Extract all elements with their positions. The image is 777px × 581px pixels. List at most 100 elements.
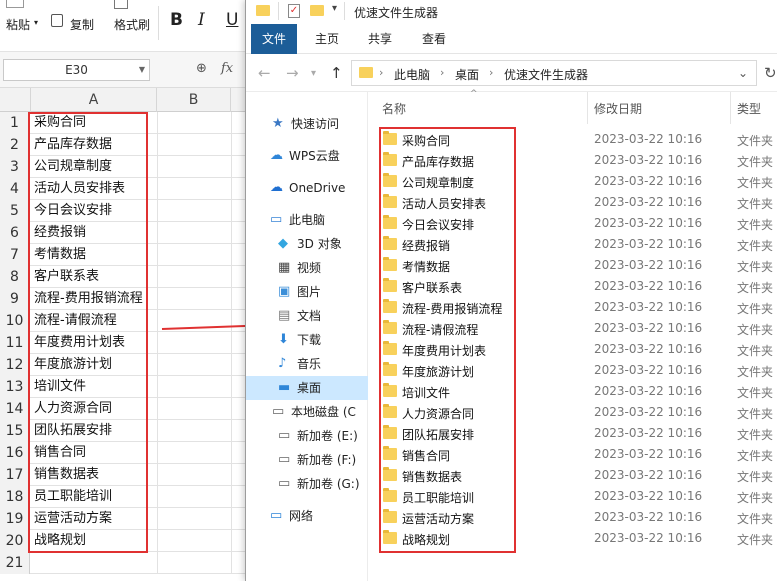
nav-item-label: OneDrive xyxy=(289,181,346,195)
column-header-name[interactable]: 名称 xyxy=(382,92,406,124)
nav-item[interactable]: ▤ 文档 xyxy=(246,304,368,328)
row-number[interactable]: 3 xyxy=(0,156,30,178)
nav-item[interactable]: ▬ 桌面 xyxy=(246,376,368,400)
nav-item[interactable]: ▭ 此电脑 xyxy=(246,208,368,232)
tab-view[interactable]: 查看 xyxy=(414,24,454,54)
nav-item[interactable]: ▭ 新加卷 (F:) xyxy=(246,448,368,472)
gridline xyxy=(157,266,158,288)
nav-item[interactable]: ◆ 3D 对象 xyxy=(246,232,368,256)
nav-item[interactable]: ☁ OneDrive xyxy=(246,176,368,200)
select-all-corner[interactable] xyxy=(0,88,31,112)
tab-share[interactable]: 共享 xyxy=(360,24,400,54)
paste-dropdown-icon[interactable]: ▾ xyxy=(34,18,38,27)
gridline xyxy=(157,552,158,574)
nav-item-label: 3D 对象 xyxy=(297,237,342,251)
column-header-date[interactable]: 修改日期 xyxy=(594,92,642,124)
chevron-down-icon[interactable]: ⌄ xyxy=(738,66,748,80)
row-number[interactable]: 4 xyxy=(0,178,30,200)
row-number[interactable]: 9 xyxy=(0,288,30,310)
customize-quick-access-icon[interactable]: ▾ xyxy=(332,3,337,14)
row-number[interactable]: 13 xyxy=(0,376,30,398)
row-number[interactable]: 2 xyxy=(0,134,30,156)
nav-item[interactable]: ♪ 音乐 xyxy=(246,352,368,376)
breadcrumb-desktop[interactable]: 桌面 xyxy=(455,66,479,83)
file-type: 文件夹 xyxy=(737,428,774,442)
nav-item[interactable]: ▭ 网络 xyxy=(246,504,368,528)
underline-button[interactable]: U xyxy=(226,10,238,30)
back-button[interactable]: ← xyxy=(258,64,271,82)
row-number[interactable]: 14 xyxy=(0,398,30,420)
nav-item[interactable]: ▭ 新加卷 (E:) xyxy=(246,424,368,448)
formula-bar: E30 ▼ ⊕ fx xyxy=(0,52,245,88)
tab-file[interactable]: 文件 xyxy=(251,24,297,54)
gridline xyxy=(231,530,232,552)
gridline xyxy=(231,266,232,288)
recent-locations-icon[interactable]: ▾ xyxy=(311,68,316,79)
bold-button[interactable]: B xyxy=(170,10,183,30)
row-number[interactable]: 20 xyxy=(0,530,30,552)
row-number[interactable]: 7 xyxy=(0,244,30,266)
nav-item[interactable]: ▭ 本地磁盘 (C xyxy=(246,400,368,424)
file-date: 2023-03-22 10:16 xyxy=(594,510,703,524)
column-header-b[interactable]: B xyxy=(157,88,231,112)
zoom-icon[interactable]: ⊕ xyxy=(196,61,207,76)
copy-button[interactable]: 复制 xyxy=(70,16,94,33)
video-icon: ▦ xyxy=(278,260,291,275)
column-divider xyxy=(587,92,588,124)
nav-item[interactable]: ⬇ 下载 xyxy=(246,328,368,352)
gridline xyxy=(157,288,158,310)
italic-button[interactable]: I xyxy=(198,10,205,30)
gridline xyxy=(231,332,232,354)
gridline xyxy=(157,200,158,222)
highlight-box xyxy=(28,112,148,553)
tab-home[interactable]: 主页 xyxy=(307,24,347,54)
row-number[interactable]: 6 xyxy=(0,222,30,244)
nav-item[interactable]: ★ 快速访问 xyxy=(246,112,368,136)
row-number[interactable]: 19 xyxy=(0,508,30,530)
row-number[interactable]: 11 xyxy=(0,332,30,354)
nav-item-label: 新加卷 (F:) xyxy=(297,453,357,467)
row-number[interactable]: 17 xyxy=(0,464,30,486)
column-header-a[interactable]: A xyxy=(31,88,157,112)
file-type: 文件夹 xyxy=(737,197,774,211)
nav-item[interactable]: ▭ 新加卷 (G:) xyxy=(246,472,368,496)
nav-item[interactable]: ▦ 视频 xyxy=(246,256,368,280)
chevron-down-icon[interactable]: ▼ xyxy=(139,60,145,80)
row-number[interactable]: 21 xyxy=(0,552,30,574)
forward-button[interactable]: → xyxy=(286,64,299,82)
new-folder-icon[interactable] xyxy=(310,5,324,16)
window-title: 优速文件生成器 xyxy=(354,6,439,20)
address-bar[interactable]: › 此电脑 › 桌面 › 优速文件生成器 ⌄ xyxy=(351,60,757,86)
name-box[interactable]: E30 ▼ xyxy=(3,59,150,81)
up-button[interactable]: ↑ xyxy=(330,64,343,82)
breadcrumb-this-pc[interactable]: 此电脑 xyxy=(394,66,430,83)
breadcrumb-current-folder[interactable]: 优速文件生成器 xyxy=(504,66,588,83)
row-number[interactable]: 8 xyxy=(0,266,30,288)
row-number[interactable]: 16 xyxy=(0,442,30,464)
column-header-type[interactable]: 类型 xyxy=(737,92,761,124)
row-number[interactable]: 1 xyxy=(0,112,30,134)
file-type: 文件夹 xyxy=(737,302,774,316)
gridline xyxy=(157,156,158,178)
file-type: 文件夹 xyxy=(737,155,774,169)
paste-button[interactable]: 粘贴 xyxy=(6,16,30,33)
properties-icon[interactable]: ✓ xyxy=(288,4,300,18)
row-number[interactable]: 5 xyxy=(0,200,30,222)
file-date: 2023-03-22 10:16 xyxy=(594,489,703,503)
file-date: 2023-03-22 10:16 xyxy=(594,258,703,272)
file-date: 2023-03-22 10:16 xyxy=(594,174,703,188)
nav-item[interactable]: ☁ WPS云盘 xyxy=(246,144,368,168)
row-number[interactable]: 18 xyxy=(0,486,30,508)
nav-item[interactable]: ▣ 图片 xyxy=(246,280,368,304)
fx-icon[interactable]: fx xyxy=(221,61,233,76)
file-date: 2023-03-22 10:16 xyxy=(594,531,703,545)
cell-a[interactable] xyxy=(31,552,156,574)
nav-item-label: 视频 xyxy=(297,261,322,275)
gridline xyxy=(231,354,232,376)
row-number[interactable]: 10 xyxy=(0,310,30,332)
refresh-button[interactable]: ↻ xyxy=(764,64,777,82)
format-painter-button[interactable]: 格式刷 xyxy=(114,16,150,33)
nav-item-label: 音乐 xyxy=(297,357,322,371)
row-number[interactable]: 15 xyxy=(0,420,30,442)
row-number[interactable]: 12 xyxy=(0,354,30,376)
